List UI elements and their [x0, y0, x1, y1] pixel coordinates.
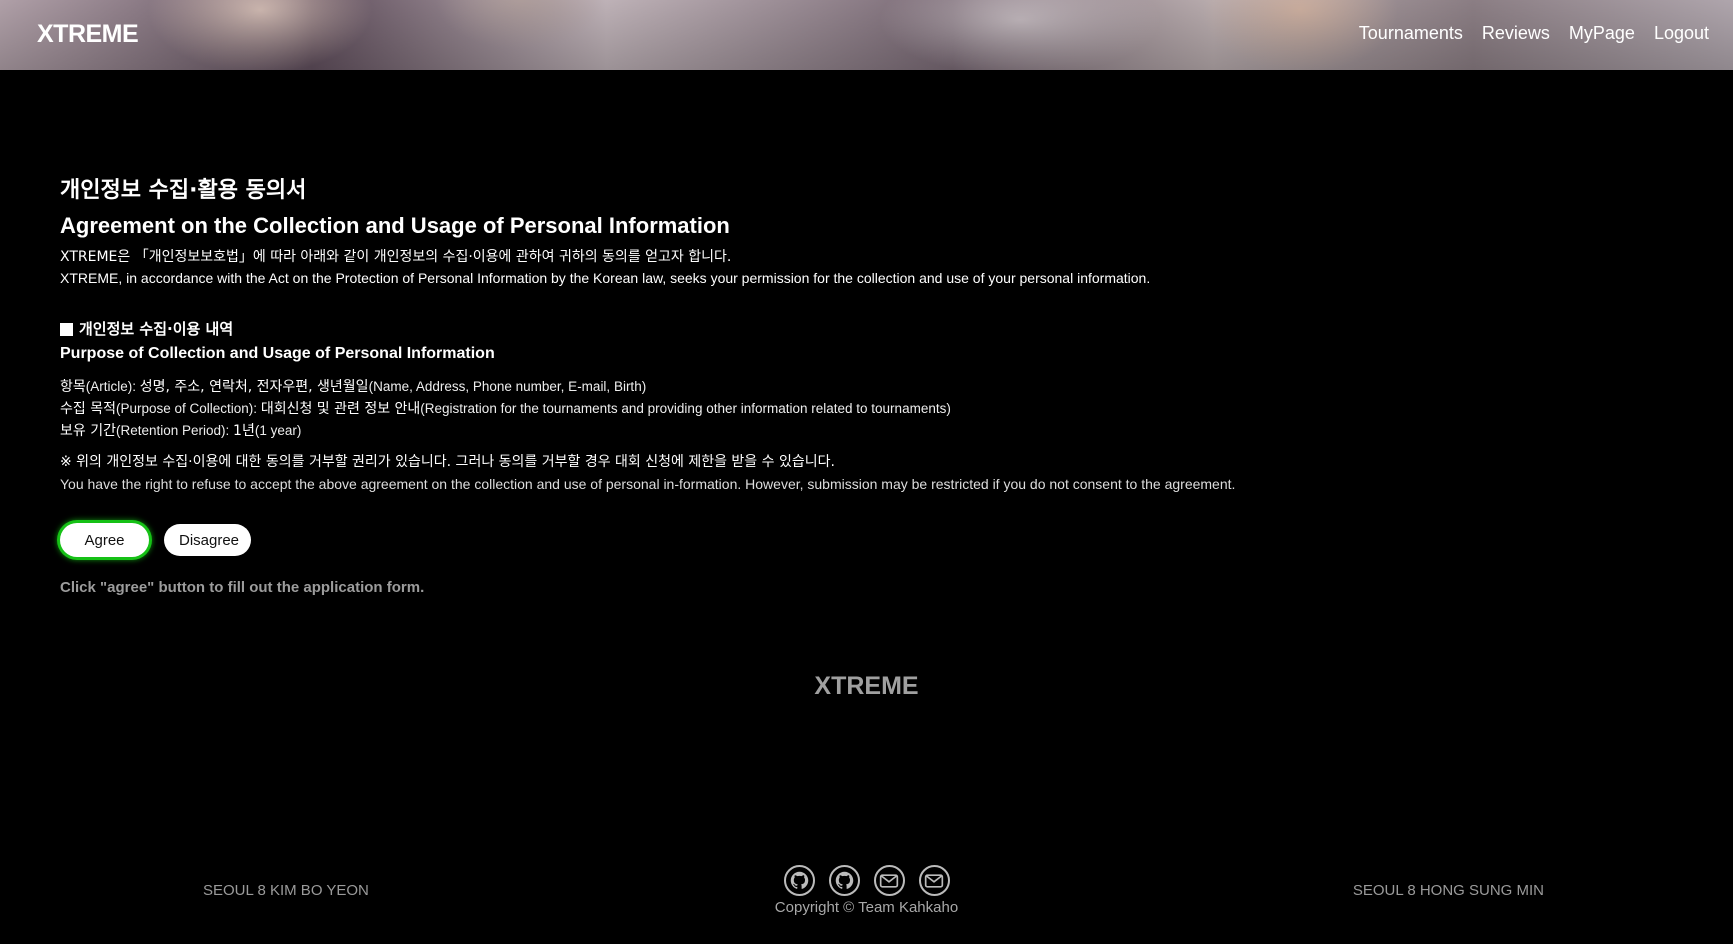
section-heading-en: Purpose of Collection and Usage of Perso… — [60, 345, 495, 362]
footer: SEOUL 8 KIM BO YEON Copyright © Team Kah… — [0, 863, 1733, 923]
main-nav: Tournaments Reviews MyPage Logout — [1359, 23, 1709, 44]
github-icon[interactable] — [828, 865, 860, 896]
mail-icon[interactable] — [918, 865, 950, 896]
disagree-button[interactable]: Disagree — [164, 524, 251, 556]
list-item: 항목(Article): 성명, 주소, 연락처, 전자우편, 생년월일(Nam… — [60, 376, 1680, 398]
item-label-ko: 수집 목적 — [60, 401, 116, 417]
refusal-notice-en: You have the right to refuse to accept t… — [60, 476, 1236, 492]
item-label-en: (Retention Period): — [115, 423, 234, 438]
item-value-ko: 대회신청 및 관련 정보 안내 — [260, 401, 421, 417]
agreement-section: 개인정보 수집·활용 동의서 Agreement on the Collecti… — [60, 177, 1680, 596]
github-icon[interactable] — [783, 865, 815, 896]
item-value-en: (1 year) — [254, 423, 302, 438]
item-label-en: (Purpose of Collection): — [115, 401, 261, 416]
footer-author-right: SEOUL 8 HONG SUNG MIN — [1352, 882, 1544, 899]
item-label-en: (Article): — [85, 379, 140, 394]
copyright-text: Copyright © Team Kahkaho — [774, 899, 959, 916]
page-title-en: Agreement on the Collection and Usage of… — [60, 213, 730, 238]
item-value-en: (Name, Address, Phone number, E-mail, Bi… — [368, 379, 647, 394]
nav-mypage[interactable]: MyPage — [1569, 23, 1635, 44]
square-bullet-icon — [60, 322, 73, 336]
site-logo[interactable]: XTREME — [37, 20, 139, 49]
item-value-ko: 성명, 주소, 연락처, 전자우편, 생년월일 — [139, 379, 369, 395]
footer-logo: XTREME — [814, 672, 919, 700]
section-heading-ko: 개인정보 수집·이용 내역 — [60, 318, 1680, 340]
item-label-ko: 보유 기간 — [60, 423, 116, 439]
mail-icon[interactable] — [873, 865, 905, 896]
nav-tournaments[interactable]: Tournaments — [1359, 23, 1463, 44]
item-value-en: (Registration for the tournaments and pr… — [420, 401, 951, 416]
agree-button[interactable]: Agree — [60, 523, 149, 557]
page-title-ko: 개인정보 수집·활용 동의서 — [60, 178, 307, 203]
refusal-notice-ko: ※ 위의 개인정보 수집·이용에 대한 동의를 거부할 권리가 있습니다. 그러… — [60, 454, 835, 470]
list-item: 보유 기간(Retention Period): 1년(1 year) — [60, 420, 1680, 442]
list-item: 수집 목적(Purpose of Collection): 대회신청 및 관련 … — [60, 398, 1680, 420]
instruction-hint: Click "agree" button to fill out the app… — [60, 579, 425, 596]
consent-buttons: Agree Disagree — [60, 523, 1680, 557]
item-value-ko: 1년 — [233, 423, 255, 439]
header-banner: XTREME Tournaments Reviews MyPage Logout — [0, 0, 1733, 70]
intro-text-en: XTREME, in accordance with the Act on th… — [60, 270, 1151, 286]
nav-logout[interactable]: Logout — [1654, 23, 1709, 44]
nav-reviews[interactable]: Reviews — [1482, 23, 1550, 44]
item-label-ko: 항목 — [60, 379, 86, 395]
collection-items-list: 항목(Article): 성명, 주소, 연락처, 전자우편, 생년월일(Nam… — [60, 376, 1680, 442]
section-heading-ko-text: 개인정보 수집·이용 내역 — [79, 320, 234, 338]
intro-text-ko: XTREME은 「개인정보보호법」에 따라 아래와 같이 개인정보의 수집·이용… — [60, 249, 732, 265]
